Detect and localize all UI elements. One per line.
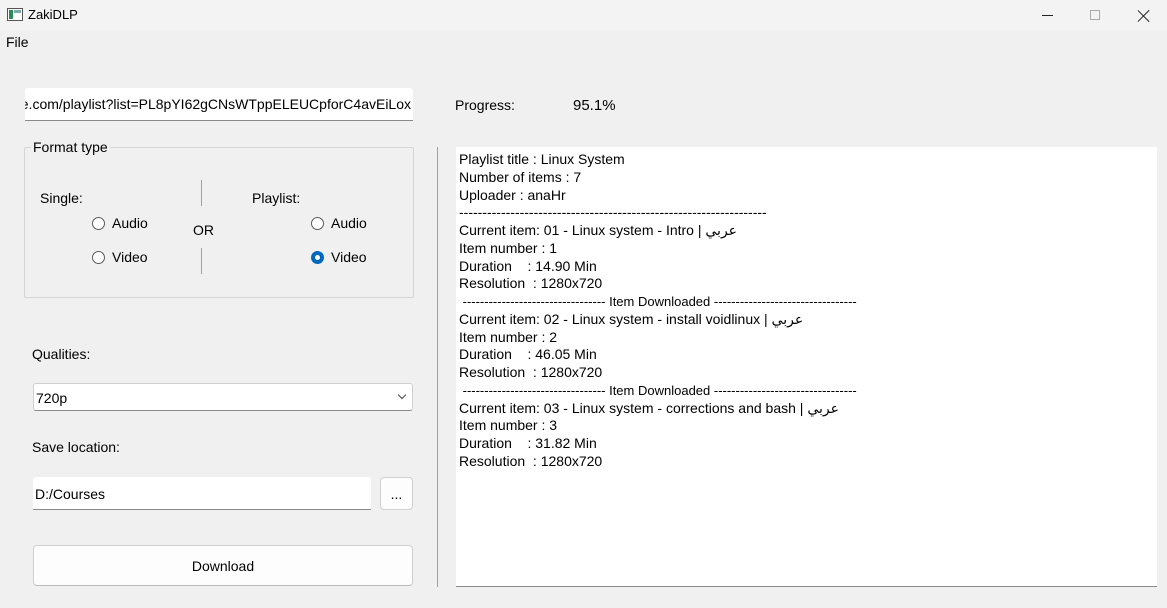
chevron-down-icon xyxy=(398,392,406,400)
or-separator-bottom xyxy=(201,248,202,274)
app-icon xyxy=(7,8,23,21)
single-audio-radio[interactable]: Audio xyxy=(92,215,148,231)
single-video-radio[interactable]: Video xyxy=(92,249,148,265)
log-line: Duration : 14.90 Min xyxy=(459,258,597,274)
playlist-audio-label: Audio xyxy=(331,215,367,231)
log-line: Current item: 02 - Linux system - instal… xyxy=(459,311,804,327)
radio-unchecked-icon xyxy=(311,216,324,230)
radio-unchecked-icon xyxy=(92,250,105,264)
log-line: Number of items : 7 xyxy=(459,169,582,185)
log-line: Item number : 2 xyxy=(459,329,558,345)
playlist-audio-radio[interactable]: Audio xyxy=(311,215,367,231)
playlist-video-radio[interactable]: Video xyxy=(311,249,367,265)
download-button[interactable]: Download xyxy=(33,545,413,586)
url-input[interactable]: https://www.youtube.com/playlist?list=PL… xyxy=(25,88,413,121)
maximize-icon xyxy=(1090,10,1100,20)
window-title: ZakiDLP xyxy=(28,7,78,22)
browse-button[interactable]: ... xyxy=(380,477,413,510)
menu-file[interactable]: File xyxy=(6,34,29,50)
log-separator: --------------------------------- Item D… xyxy=(459,383,857,398)
log-separator: ----------------------------------------… xyxy=(459,204,767,220)
progress-label: Progress: xyxy=(455,97,515,113)
title-bar: ZakiDLP xyxy=(0,0,1167,30)
single-video-label: Video xyxy=(112,249,148,265)
or-separator-top xyxy=(201,180,202,206)
qualities-label: Qualities: xyxy=(32,346,91,362)
radio-unchecked-icon xyxy=(92,216,105,230)
log-line: Current item: 03 - Linux system - correc… xyxy=(459,400,839,416)
log-line: Duration : 46.05 Min xyxy=(459,346,597,362)
format-type-title: Format type xyxy=(31,139,110,155)
single-label: Single: xyxy=(40,190,83,206)
log-line: Uploader : anaHr xyxy=(459,187,566,203)
playlist-video-label: Video xyxy=(331,249,367,265)
radio-checked-icon xyxy=(311,250,324,264)
url-input-value: https://www.youtube.com/playlist?list=PL… xyxy=(25,96,411,112)
minimize-icon xyxy=(1041,14,1053,16)
log-line: Resolution : 1280x720 xyxy=(459,453,603,469)
save-path-value: D:/Courses xyxy=(35,486,106,502)
log-line: Resolution : 1280x720 xyxy=(459,364,603,380)
log-separator: --------------------------------- Item D… xyxy=(459,294,857,309)
download-button-label: Download xyxy=(191,557,255,574)
quality-select[interactable]: 720p xyxy=(33,383,413,411)
quality-select-value: 720p xyxy=(36,390,68,406)
log-line: Current item: 01 - Linux system - Intro … xyxy=(459,222,738,238)
save-path-input[interactable]: D:/Courses xyxy=(33,477,371,510)
log-line: Resolution : 1280x720 xyxy=(459,275,603,291)
menu-bar: File xyxy=(0,30,1167,52)
progress-value: 95.1% xyxy=(573,97,616,114)
maximize-button[interactable] xyxy=(1072,0,1118,30)
close-button[interactable] xyxy=(1120,0,1166,30)
single-audio-label: Audio xyxy=(112,215,148,231)
log-output[interactable]: Playlist title : Linux System Number of … xyxy=(456,147,1157,587)
minimize-button[interactable] xyxy=(1024,0,1070,30)
log-line: Item number : 3 xyxy=(459,417,558,433)
or-label: OR xyxy=(193,222,214,238)
close-icon xyxy=(1137,9,1150,22)
log-line: Playlist title : Linux System xyxy=(459,151,625,167)
playlist-label: Playlist: xyxy=(252,190,301,206)
log-line: Item number : 1 xyxy=(459,240,558,256)
panel-divider xyxy=(437,147,438,587)
save-location-label: Save location: xyxy=(32,439,120,455)
browse-button-label: ... xyxy=(390,485,403,502)
log-line: Duration : 31.82 Min xyxy=(459,435,597,451)
